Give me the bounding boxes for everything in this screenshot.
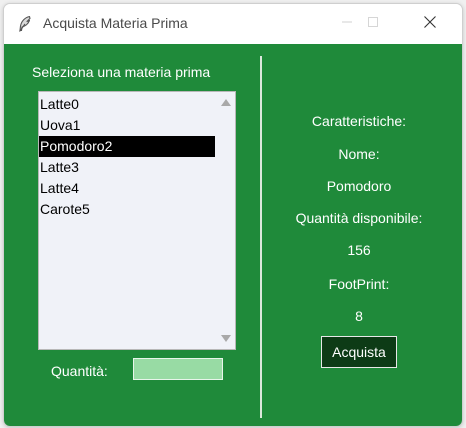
app-window: Acquista Materia Prima Seleziona una mat… <box>3 3 463 427</box>
list-item[interactable]: Latte4 <box>39 178 215 199</box>
footprint-label: FootPrint: <box>328 276 390 292</box>
feather-icon <box>16 15 34 33</box>
quantity-input[interactable] <box>133 358 223 380</box>
select-material-heading: Seleziona una materia prima <box>32 64 211 80</box>
close-icon <box>423 15 437 34</box>
main-panel: Seleziona una materia prima Latte0 Uova1 P… <box>4 44 462 426</box>
title-bar[interactable]: Acquista Materia Prima <box>4 4 462 44</box>
available-quantity-label: Quantità disponibile: <box>295 210 423 226</box>
listbox-scrollbar[interactable] <box>217 92 235 349</box>
vertical-divider <box>260 56 262 418</box>
available-quantity-value: 156 <box>347 242 371 258</box>
list-item[interactable]: Latte3 <box>39 157 215 178</box>
name-label: Nome: <box>338 146 380 162</box>
materials-list: Latte0 Uova1 Pomodoro2 Latte3 Latte4 Carote5 <box>39 94 215 220</box>
quantity-label: Quantità: <box>51 363 108 379</box>
materials-listbox[interactable]: Latte0 Uova1 Pomodoro2 Latte3 Latte4 Carote5 <box>38 91 236 350</box>
list-item[interactable]: Uova1 <box>39 115 215 136</box>
buy-button[interactable]: Acquista <box>321 336 397 368</box>
details-panel: Caratteristiche: Nome: Pomodoro Quantità… <box>264 44 462 426</box>
list-item[interactable]: Carote5 <box>39 199 215 220</box>
maximize-button[interactable] <box>350 4 396 44</box>
maximize-icon <box>367 15 379 33</box>
list-item[interactable]: Latte0 <box>39 94 215 115</box>
name-value: Pomodoro <box>326 178 392 194</box>
close-button[interactable] <box>407 4 453 44</box>
list-item[interactable]: Pomodoro2 <box>39 136 215 157</box>
scroll-up-arrow-icon[interactable] <box>220 96 232 108</box>
scroll-down-arrow-icon[interactable] <box>220 333 232 345</box>
footprint-value: 8 <box>355 308 363 324</box>
characteristics-heading: Caratteristiche: <box>311 113 407 129</box>
window-title: Acquista Materia Prima <box>43 15 188 31</box>
